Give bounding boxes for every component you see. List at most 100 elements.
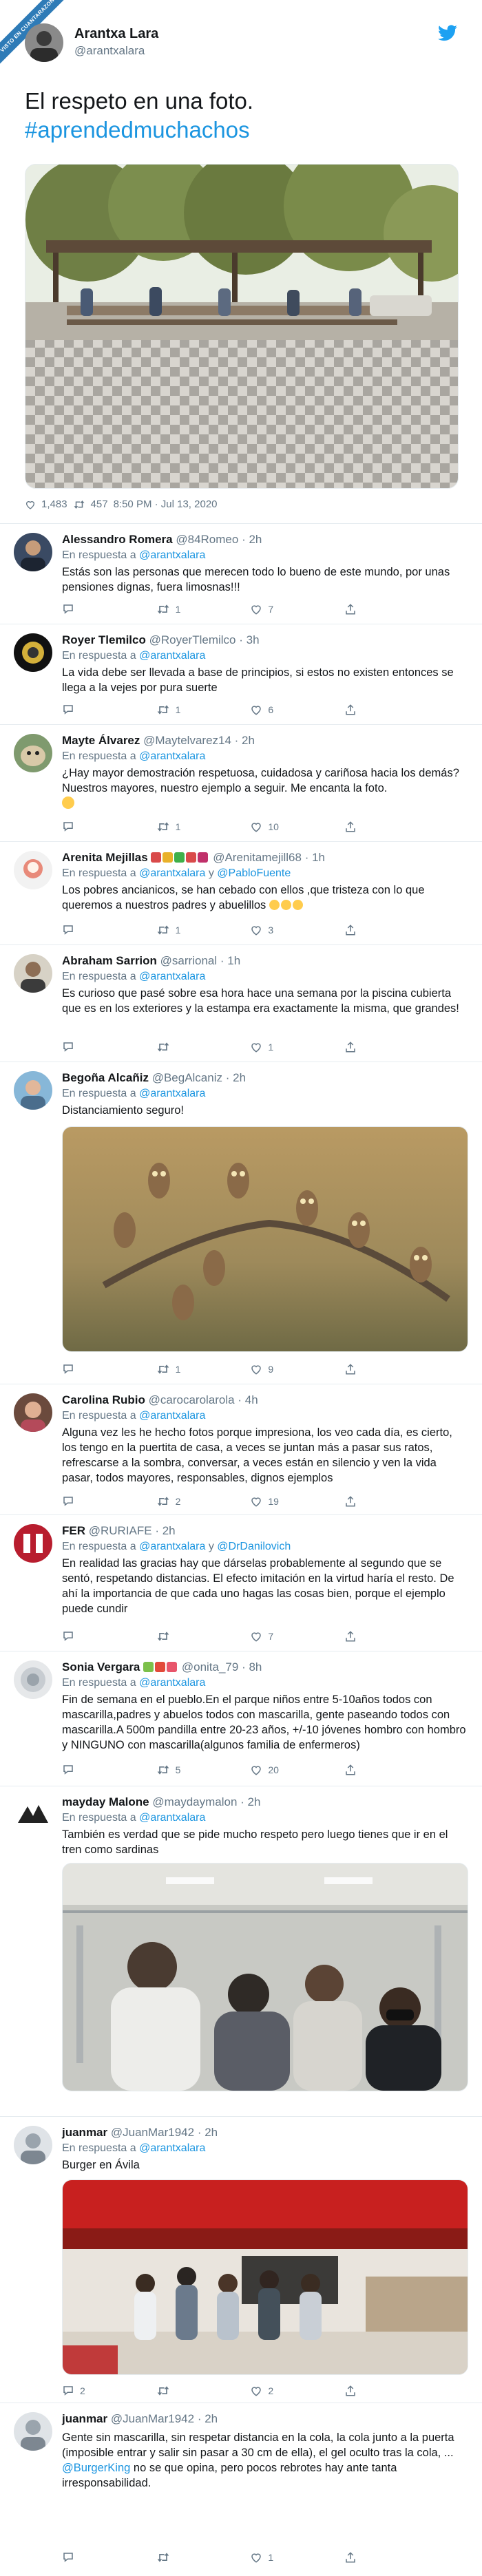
author-handle[interactable]: @Maytelvarez14 bbox=[143, 734, 231, 747]
avatar[interactable] bbox=[14, 2412, 52, 2451]
reply-time[interactable]: · 3h bbox=[239, 633, 259, 646]
share-button[interactable] bbox=[344, 1629, 399, 1644]
author-name[interactable]: Arantxa Lara bbox=[74, 26, 158, 42]
reply-time[interactable]: · 2h bbox=[226, 1071, 246, 1084]
retweet-icon[interactable] bbox=[73, 499, 85, 510]
reply-photo[interactable] bbox=[62, 2179, 468, 2375]
avatar[interactable] bbox=[14, 533, 52, 571]
author-handle[interactable]: @sarrional bbox=[160, 954, 217, 967]
retweet-button[interactable]: 1 bbox=[156, 1362, 211, 1377]
like-button[interactable]: 19 bbox=[250, 1494, 305, 1509]
reply-button[interactable] bbox=[62, 1362, 117, 1377]
author-name[interactable]: Arenita Mejillas bbox=[62, 851, 148, 864]
heart-icon[interactable] bbox=[25, 499, 36, 510]
reply-time[interactable]: · 2h bbox=[198, 2126, 218, 2139]
share-button[interactable] bbox=[344, 2550, 399, 2565]
reply-to-link[interactable]: @PabloFuente bbox=[217, 867, 291, 879]
reply-to-link[interactable]: @arantxalara bbox=[139, 650, 205, 662]
reply-time[interactable]: · 2h bbox=[235, 734, 255, 747]
reply-button[interactable]: 2 bbox=[62, 2383, 117, 2398]
author-handle[interactable]: @RoyerTlemilco bbox=[149, 633, 236, 646]
reply-button[interactable] bbox=[62, 1762, 117, 1777]
like-button[interactable]: 2 bbox=[250, 2383, 305, 2398]
author-handle[interactable]: @BegAlcaniz bbox=[152, 1071, 222, 1084]
author-handle[interactable]: @Arenitamejill68 bbox=[213, 851, 302, 864]
share-button[interactable] bbox=[344, 922, 399, 938]
reply-button[interactable] bbox=[62, 1629, 117, 1644]
share-button[interactable] bbox=[344, 1039, 399, 1055]
share-button[interactable] bbox=[344, 602, 399, 617]
share-button[interactable] bbox=[344, 1362, 399, 1377]
reply-to-link[interactable]: @arantxalara bbox=[139, 549, 205, 561]
retweet-button[interactable]: 5 bbox=[156, 1762, 211, 1777]
author-name[interactable]: Carolina Rubio bbox=[62, 1393, 145, 1406]
avatar[interactable] bbox=[14, 2126, 52, 2164]
author-name[interactable]: juanmar bbox=[62, 2412, 107, 2425]
author-name[interactable]: Alessandro Romera bbox=[62, 533, 173, 546]
retweet-button[interactable] bbox=[156, 1039, 211, 1055]
reply-time[interactable]: · 2h bbox=[198, 2412, 218, 2425]
reply-to-link[interactable]: @arantxalara bbox=[139, 750, 205, 762]
reply-button[interactable] bbox=[62, 819, 117, 834]
author-handle[interactable]: @arantxalara bbox=[74, 44, 145, 58]
reply-button[interactable] bbox=[62, 922, 117, 938]
avatar[interactable] bbox=[14, 1660, 52, 1699]
tweet-photo[interactable] bbox=[25, 164, 459, 489]
avatar[interactable] bbox=[14, 1795, 52, 1834]
author-handle[interactable]: @RURIAFE bbox=[89, 1524, 152, 1537]
author-handle[interactable]: @JuanMar1942 bbox=[111, 2126, 194, 2139]
like-button[interactable]: 1 bbox=[250, 1039, 305, 1055]
retweet-button[interactable]: 1 bbox=[156, 702, 211, 717]
reply-to-link[interactable]: @arantxalara bbox=[139, 1541, 205, 1552]
hashtag-link[interactable]: #aprendedmuchachos bbox=[25, 116, 459, 145]
author-handle[interactable]: @maydaymalon bbox=[152, 1795, 237, 1808]
share-button[interactable] bbox=[344, 702, 399, 717]
author-handle[interactable]: @onita_79 bbox=[182, 1660, 239, 1674]
avatar[interactable] bbox=[14, 1071, 52, 1110]
avatar[interactable] bbox=[14, 851, 52, 889]
reply-to-link[interactable]: @arantxalara bbox=[139, 1088, 205, 1099]
avatar[interactable] bbox=[25, 23, 63, 62]
author-handle[interactable]: @84Romeo bbox=[176, 533, 238, 546]
avatar[interactable] bbox=[14, 1524, 52, 1563]
author-handle[interactable]: @carocarolarola bbox=[149, 1393, 235, 1406]
avatar[interactable] bbox=[14, 1393, 52, 1432]
reply-to-link[interactable]: @arantxalara bbox=[139, 971, 205, 982]
like-button[interactable]: 20 bbox=[250, 1762, 305, 1777]
like-button[interactable]: 10 bbox=[250, 819, 305, 834]
reply-to-link[interactable]: @DrDanilovich bbox=[217, 1541, 291, 1552]
tweet-timestamp[interactable]: 8:50 PM · Jul 13, 2020 bbox=[114, 498, 218, 510]
reply-time[interactable]: · 2h bbox=[242, 533, 262, 546]
reply-photo[interactable] bbox=[62, 1863, 468, 2091]
author-name[interactable]: juanmar bbox=[62, 2126, 107, 2139]
reply-to-link[interactable]: @arantxalara bbox=[139, 1677, 205, 1689]
like-button[interactable]: 1 bbox=[250, 2550, 305, 2565]
reply-time[interactable]: · 1h bbox=[305, 851, 325, 864]
reply-button[interactable] bbox=[62, 602, 117, 617]
retweet-button[interactable]: 1 bbox=[156, 922, 211, 938]
reply-button[interactable] bbox=[62, 702, 117, 717]
share-button[interactable] bbox=[344, 1762, 399, 1777]
retweet-button[interactable]: 2 bbox=[156, 1494, 211, 1509]
reply-time[interactable]: · 4h bbox=[238, 1393, 258, 1406]
reply-button[interactable] bbox=[62, 2550, 117, 2565]
author-name[interactable]: Sonia Vergara bbox=[62, 1660, 140, 1674]
author-name[interactable]: Royer Tlemilco bbox=[62, 633, 146, 646]
author-name[interactable]: Mayte Álvarez bbox=[62, 734, 140, 747]
reply-time[interactable]: · 8h bbox=[242, 1660, 262, 1674]
avatar[interactable] bbox=[14, 734, 52, 772]
reply-to-link[interactable]: @arantxalara bbox=[139, 1812, 205, 1824]
reply-time[interactable]: · 2h bbox=[240, 1795, 260, 1808]
reply-button[interactable] bbox=[62, 1494, 117, 1509]
author-handle[interactable]: @JuanMar1942 bbox=[111, 2412, 194, 2425]
retweet-button[interactable] bbox=[156, 1629, 211, 1644]
author-name[interactable]: Begoña Alcañiz bbox=[62, 1071, 149, 1084]
reply-to-link[interactable]: @arantxalara bbox=[139, 2142, 205, 2154]
like-button[interactable]: 7 bbox=[250, 1629, 305, 1644]
reply-button[interactable] bbox=[62, 1039, 117, 1055]
retweet-button[interactable]: 1 bbox=[156, 602, 211, 617]
author-name[interactable]: mayday Malone bbox=[62, 1795, 149, 1808]
share-button[interactable] bbox=[344, 1494, 399, 1509]
reply-to-link[interactable]: @arantxalara bbox=[139, 1410, 205, 1422]
mention-link[interactable]: @BurgerKing bbox=[62, 2462, 130, 2474]
